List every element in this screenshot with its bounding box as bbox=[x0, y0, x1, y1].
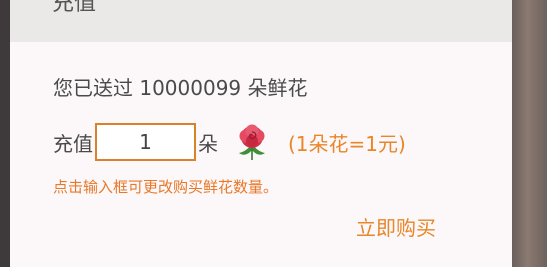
price-rate: (1朵花=1元) bbox=[288, 131, 406, 156]
recharge-label: 充值 bbox=[53, 131, 93, 156]
buy-now-button[interactable]: 立即购买 bbox=[356, 212, 436, 241]
dialog-header: 充值 bbox=[10, 0, 512, 42]
dialog-title: 充值 bbox=[52, 0, 97, 16]
sent-prefix: 您已送过 bbox=[53, 76, 133, 100]
sent-flowers-line: 您已送过 10000099 朵鲜花 bbox=[53, 72, 308, 101]
backdrop-right bbox=[512, 0, 547, 267]
unit-label: 朵 bbox=[198, 131, 218, 156]
rose-icon bbox=[239, 124, 265, 160]
quantity-input[interactable] bbox=[95, 123, 196, 161]
sent-suffix: 朵鲜花 bbox=[247, 76, 308, 100]
recharge-dialog: 充值 您已送过 10000099 朵鲜花 充值 朵 (1朵花=1元) 点击输入框… bbox=[10, 0, 512, 267]
quantity-hint: 点击输入框可更改购买鲜花数量。 bbox=[53, 178, 279, 196]
recharge-row: 充值 朵 (1朵花=1元) bbox=[53, 121, 406, 163]
backdrop-left bbox=[0, 0, 10, 267]
sent-count: 10000099 bbox=[139, 76, 242, 100]
